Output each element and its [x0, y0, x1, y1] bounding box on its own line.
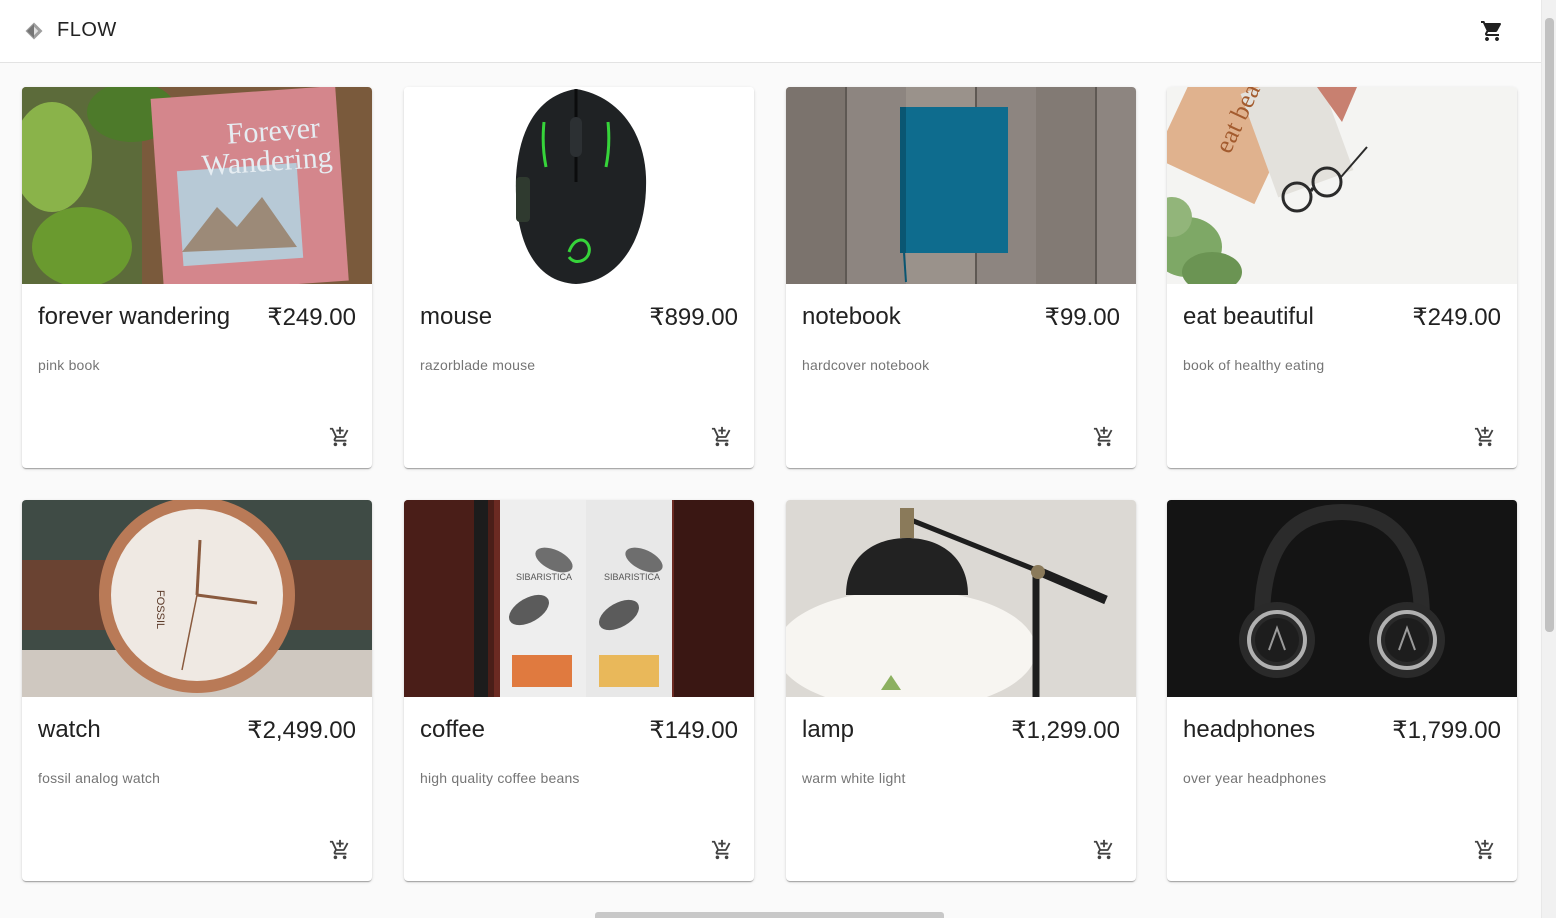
product-description: warm white light	[802, 770, 906, 786]
add-to-cart-icon[interactable]	[326, 423, 354, 451]
product-description: razorblade mouse	[420, 357, 536, 373]
add-to-cart-icon[interactable]	[326, 836, 354, 864]
product-image[interactable]	[404, 87, 754, 284]
add-to-cart-icon[interactable]	[1471, 423, 1499, 451]
product-card[interactable]: SIBARISTICA SIBARISTICA coffee ₹149.00 h…	[404, 500, 754, 881]
product-image[interactable]	[786, 500, 1136, 697]
vertical-scrollbar[interactable]	[1541, 0, 1556, 918]
product-price: ₹249.00	[1412, 304, 1501, 331]
product-title[interactable]: lamp	[802, 716, 854, 744]
product-title[interactable]: coffee	[420, 716, 485, 744]
product-card[interactable]: notebook ₹99.00 hardcover notebook	[786, 87, 1136, 468]
product-image[interactable]	[786, 87, 1136, 284]
product-price: ₹249.00	[267, 304, 356, 331]
product-card[interactable]: lamp ₹1,299.00 warm white light	[786, 500, 1136, 881]
product-price: ₹2,499.00	[247, 717, 356, 744]
add-to-cart-icon[interactable]	[1090, 423, 1118, 451]
product-description: fossil analog watch	[38, 770, 161, 786]
product-title[interactable]: forever wandering	[38, 303, 230, 331]
product-image[interactable]: FOSSIL	[22, 500, 372, 697]
product-price: ₹1,299.00	[1011, 717, 1120, 744]
shopping-cart-icon[interactable]	[1478, 17, 1506, 45]
product-price: ₹99.00	[1044, 304, 1120, 331]
product-price: ₹149.00	[649, 717, 738, 744]
product-card[interactable]: Forever Wandering forever wandering ₹249…	[22, 87, 372, 468]
product-image[interactable]: Forever Wandering	[22, 87, 372, 284]
product-description: pink book	[38, 357, 100, 373]
add-to-cart-icon[interactable]	[1090, 836, 1118, 864]
product-title[interactable]: notebook	[802, 303, 901, 331]
add-to-cart-icon[interactable]	[1471, 836, 1499, 864]
product-image[interactable]	[1167, 500, 1517, 697]
product-image[interactable]: eat beauti	[1167, 87, 1517, 284]
product-description: hardcover notebook	[802, 357, 930, 373]
product-price: ₹899.00	[649, 304, 738, 331]
add-to-cart-icon[interactable]	[708, 836, 736, 864]
product-description: over year headphones	[1183, 770, 1327, 786]
add-to-cart-icon[interactable]	[708, 423, 736, 451]
svg-text:SIBARISTICA: SIBARISTICA	[516, 572, 572, 582]
brand-title[interactable]: FLOW	[57, 19, 117, 42]
product-price: ₹1,799.00	[1392, 717, 1501, 744]
app-bar: FLOW	[0, 0, 1541, 63]
svg-text:FOSSIL: FOSSIL	[154, 590, 166, 629]
product-card[interactable]: headphones ₹1,799.00 over year headphone…	[1167, 500, 1517, 881]
product-card[interactable]: mouse ₹899.00 razorblade mouse	[404, 87, 754, 468]
product-card[interactable]: eat beauti eat beautiful ₹249.00 book of…	[1167, 87, 1517, 468]
product-title[interactable]: mouse	[420, 303, 492, 331]
product-card[interactable]: FOSSIL watch ₹2,499.00 fossil analog wat…	[22, 500, 372, 881]
product-title[interactable]: watch	[38, 716, 101, 744]
scrollbar-thumb[interactable]	[1545, 18, 1554, 632]
svg-text:SIBARISTICA: SIBARISTICA	[604, 572, 660, 582]
product-image[interactable]: SIBARISTICA SIBARISTICA	[404, 500, 754, 697]
next-row-card-edge	[595, 912, 944, 918]
diamond-logo-icon[interactable]	[24, 21, 44, 41]
product-description: book of healthy eating	[1183, 357, 1325, 373]
product-description: high quality coffee beans	[420, 770, 580, 786]
product-title[interactable]: headphones	[1183, 716, 1315, 744]
product-title[interactable]: eat beautiful	[1183, 303, 1314, 331]
